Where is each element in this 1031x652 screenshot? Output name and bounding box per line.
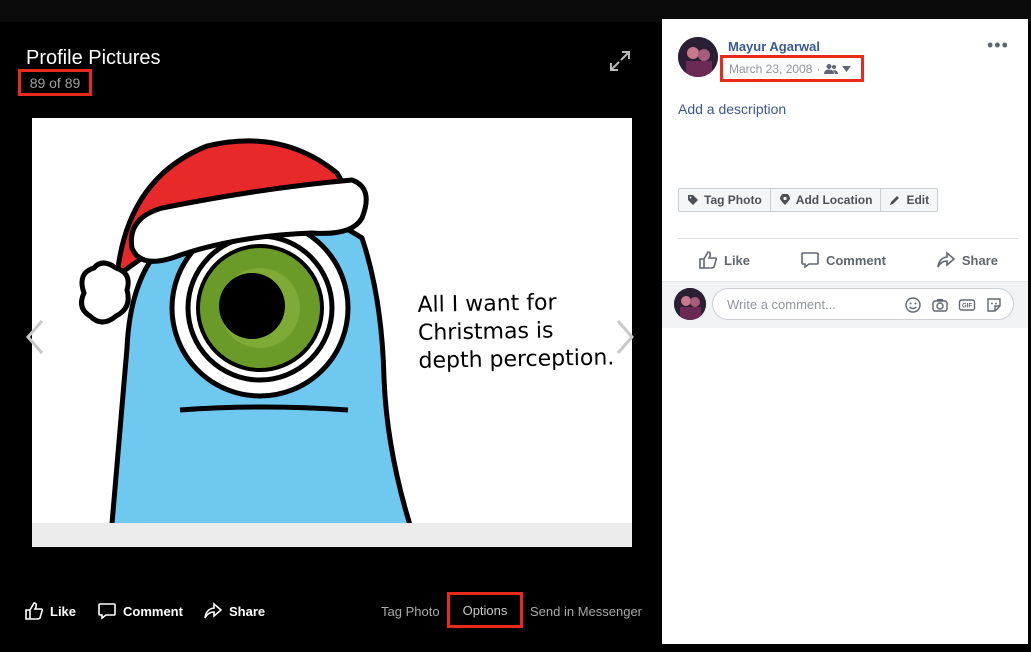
photo-counter: 89 of 89 xyxy=(18,69,92,96)
comment-composer: GIF xyxy=(662,281,1028,328)
photo-tag-toolbar: Tag Photo Add Location Edit xyxy=(678,188,939,212)
comment-input[interactable] xyxy=(725,295,899,313)
share-arrow-icon xyxy=(937,251,956,268)
add-description-link[interactable]: Add a description xyxy=(678,101,786,117)
caption-line: depth perception. xyxy=(418,345,615,374)
like-label: Like xyxy=(724,252,751,268)
pencil-icon xyxy=(890,196,900,205)
divider xyxy=(678,238,1018,239)
comment-label: Comment xyxy=(825,252,886,268)
comment-input-wrapper: GIF xyxy=(712,288,1014,320)
like-button[interactable]: Like xyxy=(678,245,770,275)
caption-line: All I want for xyxy=(417,290,557,318)
user-avatar[interactable] xyxy=(678,37,718,77)
comment-button[interactable]: Comment xyxy=(97,596,183,626)
comment-icon xyxy=(801,252,819,269)
fullscreen-icon[interactable] xyxy=(609,50,631,72)
photo-viewer-window: Profile Pictures 89 of 89 All I want for… xyxy=(0,0,1031,652)
tag-photo-label: Tag Photo xyxy=(704,193,762,207)
post-date[interactable]: March 23, 2008 xyxy=(729,62,812,76)
tag-photo-link[interactable]: Tag Photo xyxy=(381,596,440,626)
thumbs-up-icon xyxy=(699,251,718,269)
photo-action-bar: Like Comment Share Tag Photo Options Sen… xyxy=(0,592,662,628)
photo-bottom-band xyxy=(32,523,632,547)
share-button[interactable]: Share xyxy=(916,245,1018,275)
share-label: Share xyxy=(229,603,266,619)
share-label: Share xyxy=(961,252,998,268)
like-label: Like xyxy=(50,603,77,619)
photo-viewer-stage: Profile Pictures 89 of 89 All I want for… xyxy=(0,22,662,646)
camera-icon[interactable] xyxy=(931,296,949,314)
previous-photo-arrow-icon[interactable] xyxy=(22,317,46,357)
dropdown-arrow-icon[interactable] xyxy=(842,65,852,72)
svg-text:GIF: GIF xyxy=(962,304,972,310)
add-location-label: Add Location xyxy=(795,193,873,207)
comment-input-icons: GIF xyxy=(904,296,1003,314)
add-location-button[interactable]: Add Location xyxy=(771,189,882,211)
comment-label: Comment xyxy=(123,603,183,619)
photo-caption: All I want for Christmas is depth percep… xyxy=(417,288,628,376)
photo-image: All I want for Christmas is depth percep… xyxy=(32,118,632,547)
share-button[interactable]: Share xyxy=(203,596,265,626)
edit-label: Edit xyxy=(906,193,930,207)
tag-photo-button[interactable]: Tag Photo xyxy=(679,189,771,211)
sticker-icon[interactable] xyxy=(985,296,1003,314)
tag-icon xyxy=(688,195,698,205)
edit-button[interactable]: Edit xyxy=(881,189,937,211)
album-title[interactable]: Profile Pictures xyxy=(26,47,161,70)
post-date-privacy: March 23, 2008 · xyxy=(720,55,864,82)
options-button[interactable]: Options xyxy=(447,592,523,628)
emoji-icon[interactable] xyxy=(904,296,922,314)
user-name-link[interactable]: Mayur Agarwal xyxy=(728,39,820,54)
date-separator: · xyxy=(816,61,821,76)
friends-privacy-icon[interactable] xyxy=(824,63,839,75)
gif-icon[interactable]: GIF xyxy=(958,296,976,314)
post-action-bar: Like Comment Share xyxy=(678,245,1018,275)
location-pin-icon xyxy=(779,194,790,205)
like-button[interactable]: Like xyxy=(24,596,76,626)
comment-icon xyxy=(98,603,116,620)
thumbs-up-icon xyxy=(25,602,44,620)
comment-button[interactable]: Comment xyxy=(780,245,906,275)
caption-line: Christmas is xyxy=(417,318,554,346)
more-options-icon[interactable]: ••• xyxy=(987,35,1009,56)
next-photo-arrow-icon[interactable] xyxy=(614,317,638,357)
share-arrow-icon xyxy=(204,602,223,619)
commenter-avatar xyxy=(674,288,706,320)
photo-details-panel: Mayur Agarwal March 23, 2008 · ••• Add a… xyxy=(662,19,1028,644)
send-in-messenger-link[interactable]: Send in Messenger xyxy=(530,596,642,626)
